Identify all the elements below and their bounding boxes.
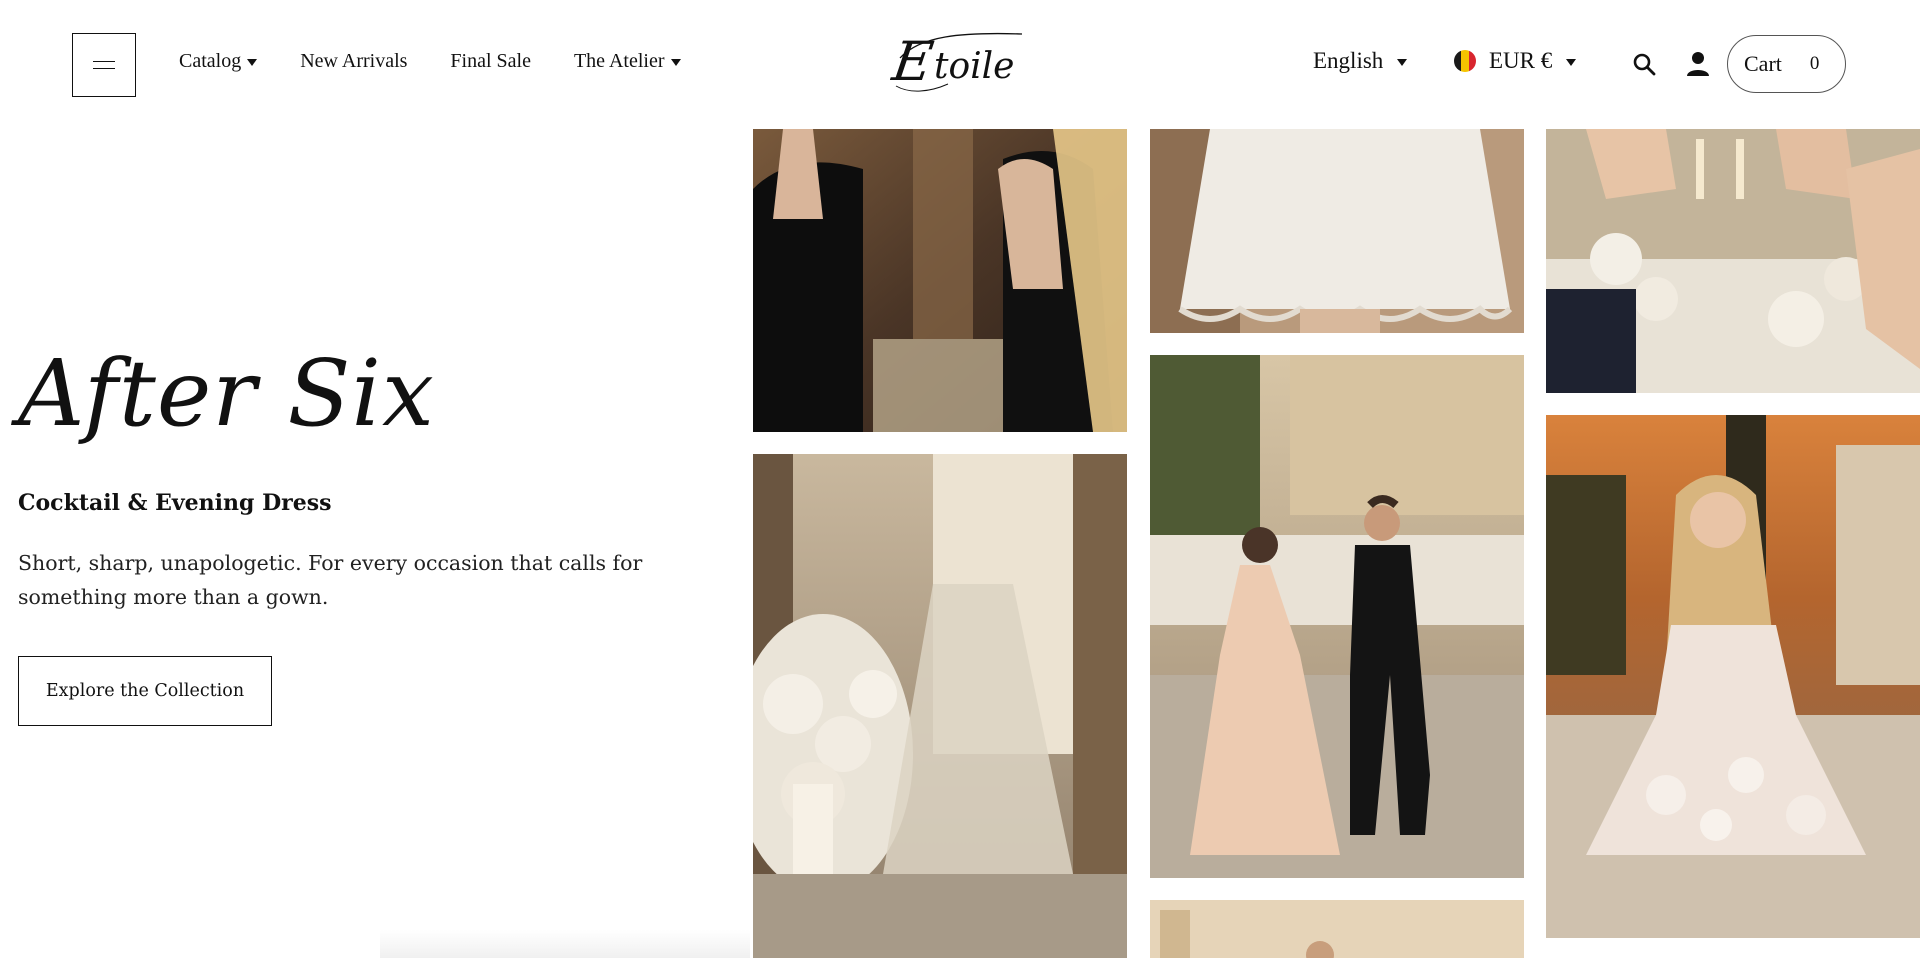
chevron-down-icon <box>670 59 681 66</box>
nav-label: The Atelier <box>573 50 665 72</box>
photo-floral-cocktail-dress[interactable] <box>1546 415 1920 938</box>
language-label: English <box>1313 48 1384 73</box>
cart-label: Cart <box>1744 51 1782 76</box>
chevron-down-icon <box>247 59 258 66</box>
nav-item-final-sale[interactable]: Final Sale <box>450 50 531 73</box>
svg-text:E: E <box>890 30 937 93</box>
hero-description: Short, sharp, unapologetic. For every oc… <box>18 551 643 609</box>
svg-text:toile: toile <box>934 46 1014 87</box>
nav-item-new-arrivals[interactable]: New Arrivals <box>300 50 407 73</box>
currency-label: EUR € <box>1489 48 1553 73</box>
nav-label: Catalog <box>179 50 242 72</box>
main-nav: Catalog New Arrivals Final Sale The Atel… <box>179 50 724 73</box>
hamburger-icon <box>93 61 115 69</box>
belgium-flag-icon <box>1454 50 1476 72</box>
brand-logo[interactable]: E toile <box>888 28 1030 98</box>
photo-couple-walking[interactable] <box>1150 355 1524 878</box>
currency-selector[interactable]: EUR € <box>1454 48 1577 74</box>
site-header: Catalog New Arrivals Final Sale The Atel… <box>0 0 1920 128</box>
photo-white-lace-skirt[interactable] <box>1150 129 1524 333</box>
photo-toast-glasses[interactable] <box>1546 129 1920 393</box>
cart-button[interactable]: Cart 0 <box>1727 35 1846 93</box>
language-selector[interactable]: English <box>1313 48 1408 74</box>
nav-item-catalog[interactable]: Catalog <box>179 50 258 73</box>
photo-bottom-partial[interactable] <box>1150 900 1524 958</box>
menu-button[interactable] <box>72 33 136 97</box>
shadow-overlay <box>380 930 750 958</box>
user-icon[interactable] <box>1686 51 1710 77</box>
chevron-down-icon <box>1566 58 1577 66</box>
search-icon[interactable] <box>1632 52 1656 76</box>
nav-label: Final Sale <box>450 50 531 72</box>
photo-black-sequin-dresses[interactable] <box>753 129 1127 432</box>
explore-collection-button[interactable]: Explore the Collection <box>18 656 272 726</box>
cart-count: 0 <box>1809 53 1820 74</box>
chevron-down-icon <box>1397 58 1408 66</box>
nav-label: New Arrivals <box>300 50 408 72</box>
hero-title: After Six <box>18 340 435 447</box>
hero-subtitle: Cocktail & Evening Dress <box>18 490 332 516</box>
photo-champagne-tower[interactable] <box>753 454 1127 958</box>
nav-item-the-atelier[interactable]: The Atelier <box>574 50 681 73</box>
